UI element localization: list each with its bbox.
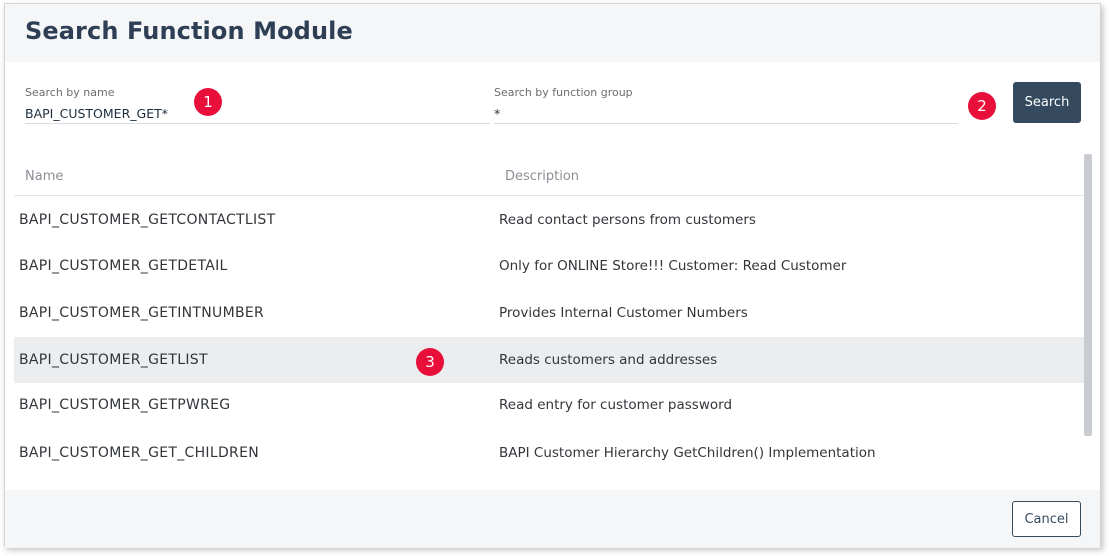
dialog-title: Search Function Module <box>25 17 353 45</box>
table-scrollbar[interactable] <box>1084 154 1092 436</box>
table-row[interactable]: BAPI_CUSTOMER_GETCONTACTLIST Read contac… <box>14 197 1084 243</box>
row-name: BAPI_CUSTOMER_GETCONTACTLIST <box>19 212 276 228</box>
table-row[interactable]: BAPI_CUSTOMER_GETPWREG Read entry for cu… <box>14 382 1084 428</box>
table-header: Name Description <box>14 154 1084 196</box>
search-by-function-group-field: Search by function group <box>494 84 958 124</box>
dialog-footer: Cancel <box>5 490 1100 548</box>
row-description: BAPI Customer Hierarchy GetChildren() Im… <box>499 445 876 461</box>
search-by-name-input[interactable] <box>25 104 490 122</box>
table-row-selected[interactable]: BAPI_CUSTOMER_GETLIST Reads customers an… <box>14 337 1084 383</box>
search-by-name-field: Search by name <box>25 84 490 124</box>
function-module-table: Name Description BAPI_CUSTOMER_GETCONTAC… <box>14 154 1084 489</box>
cancel-button[interactable]: Cancel <box>1012 501 1081 537</box>
row-name: BAPI_CUSTOMER_GETINTNUMBER <box>19 305 265 321</box>
row-name: BAPI_CUSTOMER_GET_CHILDREN <box>19 445 259 461</box>
column-header-name: Name <box>25 169 64 184</box>
dialog-header: Search Function Module <box>5 4 1100 62</box>
row-description: Only for ONLINE Store!!! Customer: Read … <box>499 258 847 274</box>
step-marker-1: 1 <box>194 88 222 116</box>
row-description: Read entry for customer password <box>499 397 733 413</box>
search-button[interactable]: Search <box>1013 82 1081 123</box>
table-row[interactable]: BAPI_CUSTOMER_GETINTNUMBER Provides Inte… <box>14 290 1084 336</box>
row-name: BAPI_CUSTOMER_GETLIST <box>19 352 208 368</box>
table-row[interactable]: BAPI_CUSTOMER_GET_CHILDREN BAPI Customer… <box>14 430 1084 476</box>
row-name: BAPI_CUSTOMER_GETDETAIL <box>19 258 228 274</box>
column-header-description: Description <box>505 169 580 184</box>
search-function-module-dialog: Search Function Module Search by name Se… <box>4 3 1101 548</box>
row-description: Read contact persons from customers <box>499 212 756 228</box>
search-by-function-group-label: Search by function group <box>494 86 633 99</box>
step-marker-3: 3 <box>416 348 444 376</box>
row-description: Provides Internal Customer Numbers <box>499 305 748 321</box>
step-marker-2: 2 <box>968 92 996 120</box>
row-description: Reads customers and addresses <box>499 352 718 368</box>
row-name: BAPI_CUSTOMER_GETPWREG <box>19 397 231 413</box>
search-by-function-group-input[interactable] <box>494 104 958 122</box>
search-by-name-label: Search by name <box>25 86 115 99</box>
table-row[interactable]: BAPI_CUSTOMER_GETDETAIL Only for ONLINE … <box>14 243 1084 289</box>
